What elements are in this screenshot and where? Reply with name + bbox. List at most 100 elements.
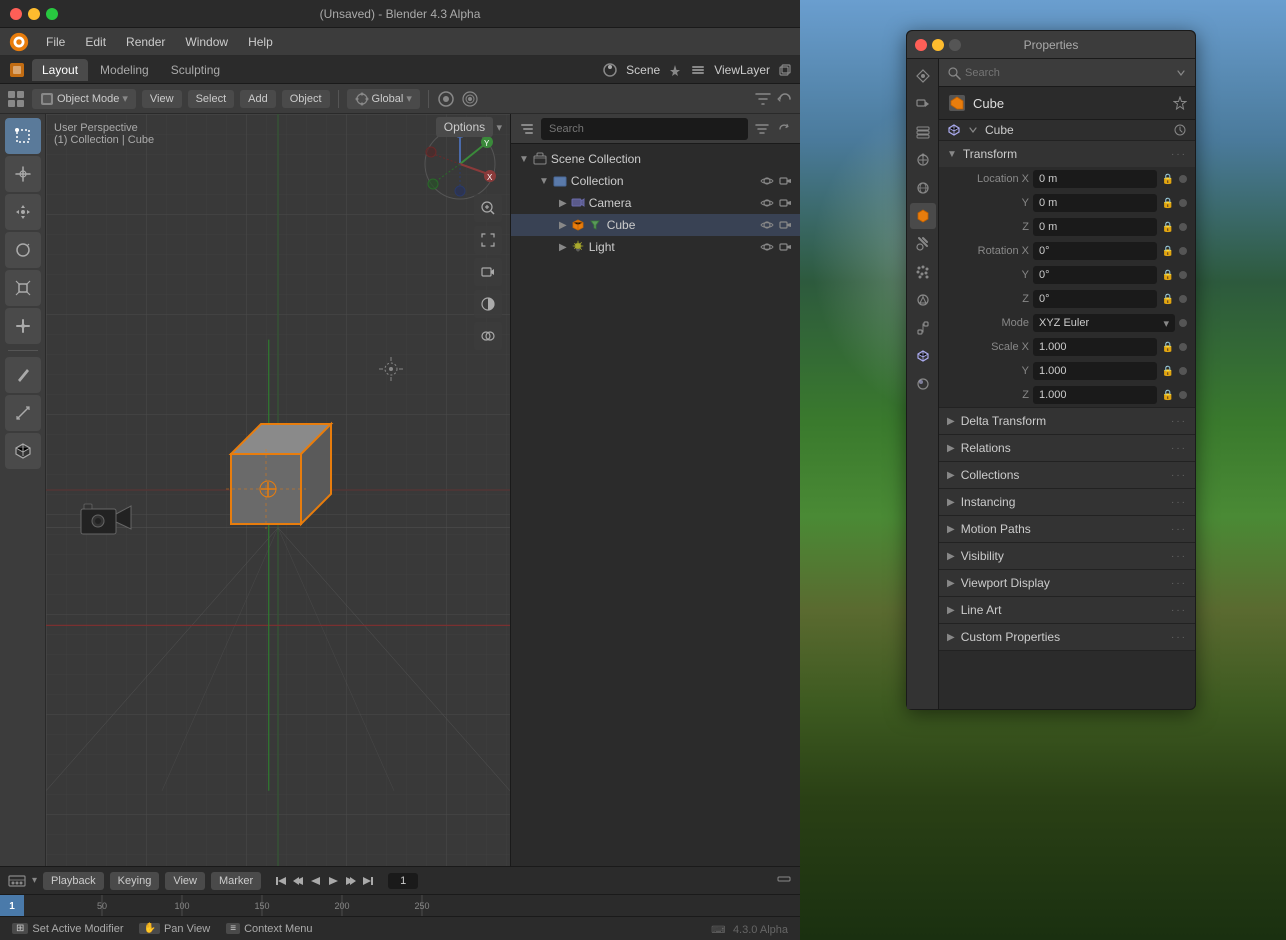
- prop-icon-constraints[interactable]: [910, 315, 936, 341]
- cube-arrow[interactable]: ▶: [559, 220, 567, 231]
- viewport-3d[interactable]: User Perspective (1) Collection | Cube Z…: [46, 114, 510, 866]
- prop-icon-output[interactable]: [910, 91, 936, 117]
- delta-transform-header[interactable]: ▶ Delta Transform ···: [939, 408, 1195, 434]
- view-menu[interactable]: View: [142, 90, 182, 108]
- scale-x-lock[interactable]: 🔒: [1161, 340, 1175, 354]
- transform-section-header[interactable]: ▼ Transform ···: [939, 141, 1195, 167]
- relations-header[interactable]: ▶ Relations ···: [939, 435, 1195, 461]
- location-z-lock[interactable]: 🔒: [1161, 220, 1175, 234]
- view-menu-timeline[interactable]: View: [165, 872, 205, 890]
- menu-edit[interactable]: Edit: [77, 32, 114, 52]
- prop-icon-world[interactable]: [910, 175, 936, 201]
- tool-annotate[interactable]: [5, 357, 41, 393]
- viewport-display-header[interactable]: ▶ Viewport Display ···: [939, 570, 1195, 596]
- camera-render-icon[interactable]: [778, 196, 792, 210]
- viewport-shading-btn[interactable]: [474, 290, 502, 318]
- mesh-selector-arrow[interactable]: [967, 124, 979, 136]
- tab-layout[interactable]: Layout: [32, 59, 88, 81]
- prop-icon-render[interactable]: [910, 63, 936, 89]
- play-back-btn[interactable]: [309, 874, 323, 888]
- scale-z-dot[interactable]: [1179, 391, 1187, 399]
- menu-help[interactable]: Help: [240, 32, 281, 52]
- location-y-dot[interactable]: [1179, 199, 1187, 207]
- object-mode-selector[interactable]: Object Mode ▾: [32, 89, 136, 109]
- prop-icon-material[interactable]: [910, 371, 936, 397]
- tab-modeling[interactable]: Modeling: [90, 59, 159, 81]
- filter-icon[interactable]: [754, 90, 772, 108]
- scale-y-dot[interactable]: [1179, 367, 1187, 375]
- menu-file[interactable]: File: [38, 32, 73, 52]
- minimize-button[interactable]: [28, 8, 40, 20]
- menu-render[interactable]: Render: [118, 32, 173, 52]
- motion-paths-header[interactable]: ▶ Motion Paths ···: [939, 516, 1195, 542]
- cube-item[interactable]: ▶ Cube: [511, 214, 800, 236]
- location-y-value[interactable]: 0 m: [1033, 194, 1157, 212]
- editor-type-icon[interactable]: [6, 89, 26, 109]
- tool-measure[interactable]: [5, 395, 41, 431]
- location-x-dot[interactable]: [1179, 175, 1187, 183]
- jump-start-btn[interactable]: [275, 874, 289, 888]
- select-menu[interactable]: Select: [188, 90, 235, 108]
- transform-selector[interactable]: Global ▾: [347, 89, 420, 109]
- cube-object-3d[interactable]: [206, 409, 336, 542]
- outliner-search[interactable]: [541, 118, 748, 140]
- location-y-lock[interactable]: 🔒: [1161, 196, 1175, 210]
- scene-collection-arrow[interactable]: ▼: [519, 154, 529, 165]
- add-menu[interactable]: Add: [240, 90, 276, 108]
- snap-icon[interactable]: [437, 90, 455, 108]
- timeline-expand-icon[interactable]: [776, 871, 792, 887]
- cube-visibility-icon[interactable]: [760, 218, 774, 232]
- timeline-ruler[interactable]: 1 50 100 150 200 250: [0, 895, 800, 916]
- rotation-x-lock[interactable]: 🔒: [1161, 244, 1175, 258]
- scene-collection-item[interactable]: ▼ Scene Collection: [511, 148, 800, 170]
- light-item[interactable]: ▶ Light: [511, 236, 800, 258]
- rotation-z-dot[interactable]: [1179, 295, 1187, 303]
- prop-icon-viewlayer[interactable]: [910, 119, 936, 145]
- jump-end-btn[interactable]: [360, 874, 374, 888]
- play-btn[interactable]: [326, 874, 340, 888]
- tool-select-box[interactable]: [5, 118, 41, 154]
- prop-icon-object[interactable]: [910, 203, 936, 229]
- location-x-lock[interactable]: 🔒: [1161, 172, 1175, 186]
- menu-window[interactable]: Window: [177, 32, 236, 52]
- prop-min-btn[interactable]: [932, 39, 944, 51]
- blender-logo-icon[interactable]: [8, 31, 30, 53]
- light-arrow[interactable]: ▶: [559, 242, 567, 253]
- scale-y-value[interactable]: 1.000: [1033, 362, 1157, 380]
- step-back-btn[interactable]: [292, 874, 306, 888]
- camera-view-btn[interactable]: [474, 258, 502, 286]
- close-button[interactable]: [10, 8, 22, 20]
- marker-menu[interactable]: Marker: [211, 872, 261, 890]
- light-render-icon[interactable]: [778, 240, 792, 254]
- camera-arrow[interactable]: ▶: [559, 198, 567, 209]
- options-button[interactable]: Options ▾: [436, 120, 502, 134]
- prop-icon-scene[interactable]: [910, 147, 936, 173]
- mode-dot[interactable]: [1179, 319, 1187, 327]
- sync-icon[interactable]: [776, 90, 794, 108]
- playback-menu[interactable]: Playback: [43, 872, 104, 890]
- collections-header[interactable]: ▶ Collections ···: [939, 462, 1195, 488]
- tool-transform[interactable]: [5, 308, 41, 344]
- viewlayer-name[interactable]: ViewLayer: [714, 63, 770, 77]
- rotation-z-value[interactable]: 0°: [1033, 290, 1157, 308]
- zoom-to-fit-btn[interactable]: [474, 226, 502, 254]
- properties-search-input[interactable]: [965, 67, 1171, 79]
- keying-menu[interactable]: Keying: [110, 872, 160, 890]
- collection-item[interactable]: ▼ Collection: [511, 170, 800, 192]
- rotation-x-value[interactable]: 0°: [1033, 242, 1157, 260]
- tool-scale[interactable]: [5, 270, 41, 306]
- object-menu[interactable]: Object: [282, 90, 330, 108]
- instancing-header[interactable]: ▶ Instancing ···: [939, 489, 1195, 515]
- prop-icon-physics[interactable]: [910, 287, 936, 313]
- scene-name[interactable]: Scene: [626, 63, 660, 77]
- sync-outliner-icon[interactable]: [776, 121, 792, 137]
- mesh-options-icon[interactable]: [1173, 123, 1187, 137]
- rotation-mode-dropdown[interactable]: XYZ Euler ▾: [1033, 314, 1175, 332]
- rotation-y-dot[interactable]: [1179, 271, 1187, 279]
- tool-rotate[interactable]: [5, 232, 41, 268]
- tab-sculpting[interactable]: Sculpting: [161, 59, 230, 81]
- location-x-value[interactable]: 0 m: [1033, 170, 1157, 188]
- filter-outliner-icon[interactable]: [754, 121, 770, 137]
- scale-z-value[interactable]: 1.000: [1033, 386, 1157, 404]
- scale-x-value[interactable]: 1.000: [1033, 338, 1157, 356]
